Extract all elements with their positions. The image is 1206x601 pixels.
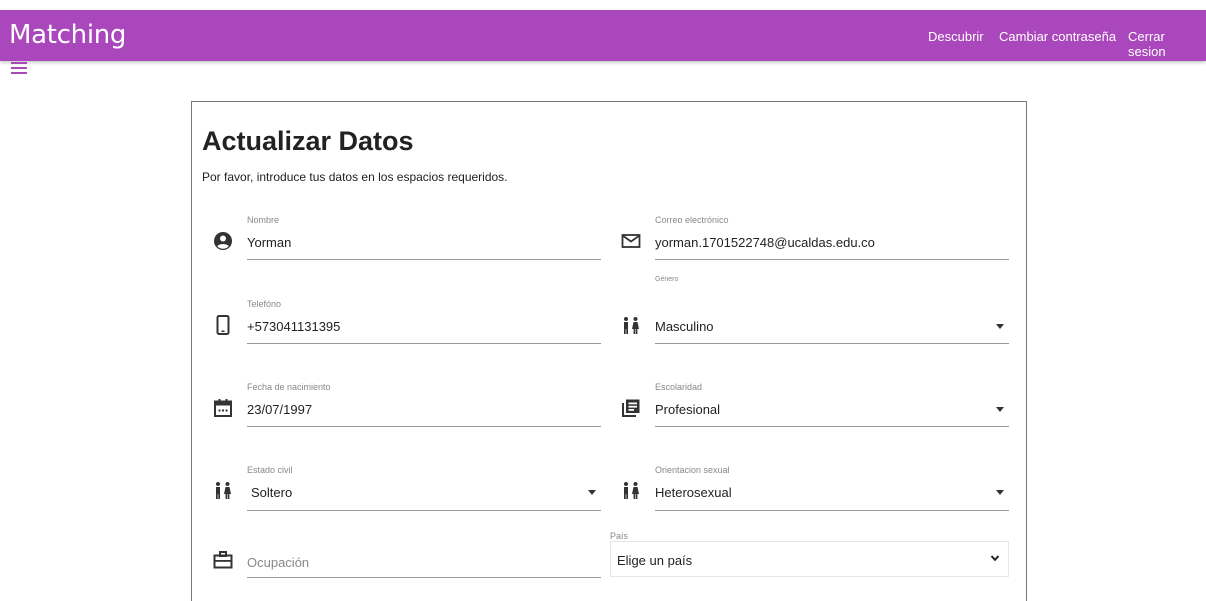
name-underline: [247, 259, 601, 260]
phone-field[interactable]: +573041131395: [247, 319, 340, 334]
orientation-underline: [655, 510, 1009, 511]
birthdate-underline: [247, 426, 601, 427]
hamburger-menu-icon[interactable]: [11, 62, 27, 74]
education-dropdown-caret-icon[interactable]: [996, 407, 1004, 412]
education-label: Escolaridad: [655, 382, 703, 392]
email-label: Correo electrónico: [655, 215, 729, 225]
gender-label: Género: [655, 276, 679, 283]
newspaper-icon: [622, 399, 640, 417]
people-icon: [624, 317, 639, 334]
education-select[interactable]: Profesional: [655, 402, 720, 417]
gender-select[interactable]: Masculino: [655, 319, 714, 334]
civil-status-underline: [247, 510, 601, 511]
gender-dropdown-caret-icon[interactable]: [996, 324, 1004, 329]
gender-underline: [655, 343, 1009, 344]
phone-underline: [247, 343, 601, 344]
nav-logout-link[interactable]: Cerrar sesion: [1128, 29, 1206, 59]
calendar-icon: [214, 399, 232, 417]
briefcase-icon: [213, 551, 233, 569]
occupation-underline: [247, 577, 601, 578]
civil-status-select[interactable]: Soltero: [251, 485, 292, 500]
orientation-label: Orientacion sexual: [655, 465, 730, 475]
civil-status-dropdown-caret-icon[interactable]: [588, 490, 596, 495]
top-app-bar: Matching Descubrir Cambiar contraseña Ce…: [0, 10, 1206, 61]
orientation-select[interactable]: Heterosexual: [655, 485, 732, 500]
page-subtitle: Por favor, introduce tus datos en los es…: [202, 170, 508, 184]
app-brand[interactable]: Matching: [9, 20, 126, 50]
people-icon: [624, 482, 639, 499]
name-field[interactable]: Yorman: [247, 235, 291, 250]
country-select-value: Elige un país: [617, 553, 693, 568]
occupation-field[interactable]: Ocupación: [247, 555, 309, 570]
account-circle-icon: [214, 232, 232, 250]
education-underline: [655, 426, 1009, 427]
people-icon: [216, 482, 231, 499]
country-label: País: [610, 531, 629, 541]
birthdate-field[interactable]: 23/07/1997: [247, 402, 312, 417]
smartphone-icon: [216, 315, 230, 335]
mail-icon: [621, 234, 641, 248]
page-title: Actualizar Datos: [202, 126, 414, 156]
email-field[interactable]: yorman.1701522748@ucaldas.edu.co: [655, 235, 875, 250]
chevron-down-icon: [990, 555, 1000, 562]
orientation-dropdown-caret-icon[interactable]: [996, 490, 1004, 495]
phone-label: Telefóno: [247, 299, 282, 309]
nav-discover-link[interactable]: Descubrir: [928, 29, 984, 44]
birthdate-label: Fecha de nacimiento: [247, 382, 331, 392]
email-underline: [655, 259, 1009, 260]
country-select[interactable]: Elige un país: [610, 541, 1009, 577]
nav-change-password-link[interactable]: Cambiar contraseña: [999, 29, 1116, 44]
civil-status-label: Estado civil: [247, 465, 293, 475]
name-label: Nombre: [247, 215, 280, 225]
